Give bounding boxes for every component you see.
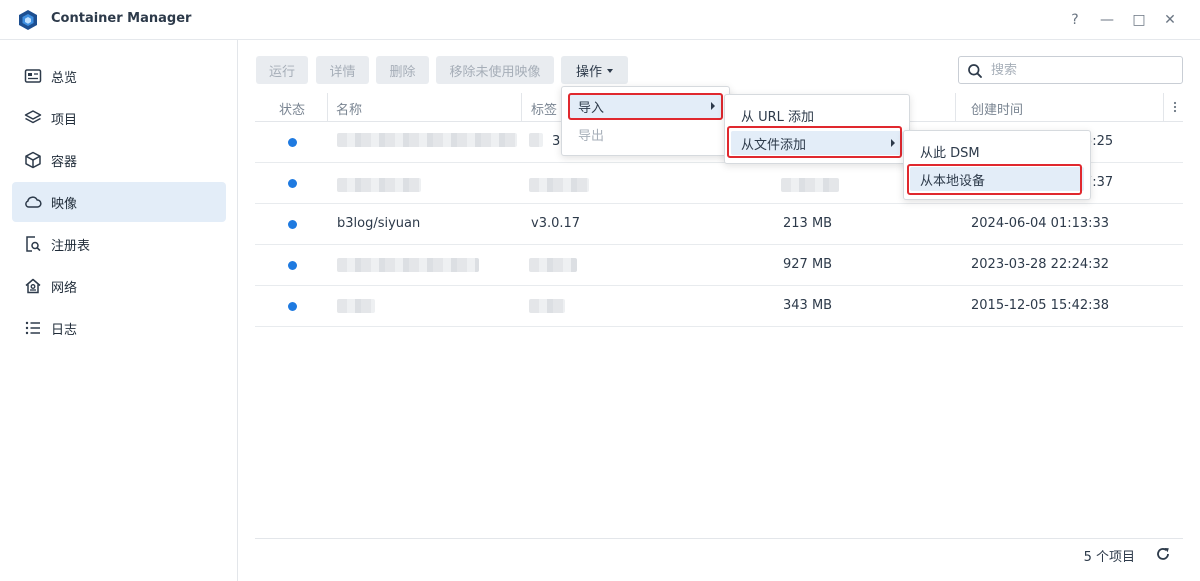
- status-running-icon: [288, 220, 297, 229]
- sidebar-item-label: 总览: [51, 71, 78, 86]
- redacted-name: [337, 178, 421, 192]
- layers-icon: [24, 110, 42, 124]
- redacted-tag: [529, 133, 543, 147]
- table-footer: 5 个项目: [255, 538, 1183, 568]
- minimize-button[interactable]: —: [1097, 10, 1117, 30]
- status-running-icon: [288, 261, 297, 270]
- image-created: 2024-06-04 01:13:33: [971, 216, 1110, 231]
- dashboard-icon: [24, 69, 42, 83]
- sidebar-item-label: 映像: [51, 197, 78, 212]
- submenu-arrow-icon: [891, 139, 895, 147]
- column-menu-icon[interactable]: [1168, 100, 1182, 114]
- sidebar-item-label: 项目: [51, 113, 78, 128]
- redacted-size: [781, 178, 839, 192]
- cube-icon: [25, 151, 41, 169]
- column-divider: [1163, 93, 1164, 122]
- table-row[interactable]: b3log/siyuan v3.0.17 213 MB 2024-06-04 0…: [255, 204, 1183, 245]
- menu-item-from-dsm[interactable]: 从此 DSM: [910, 139, 1084, 163]
- status-running-icon: [288, 138, 297, 147]
- close-button[interactable]: ✕: [1160, 10, 1180, 30]
- menu-item-label: 从 URL 添加: [741, 109, 815, 125]
- menu-item-from-local-device[interactable]: 从本地设备: [910, 167, 1084, 191]
- column-name[interactable]: 名称: [336, 99, 362, 118]
- column-divider: [955, 93, 956, 122]
- help-button[interactable]: ?: [1065, 10, 1085, 30]
- sidebar-item-projects[interactable]: 项目: [12, 98, 226, 138]
- menu-item-from-url[interactable]: 从 URL 添加: [731, 103, 903, 127]
- list-icon: [25, 321, 40, 335]
- image-size: 343 MB: [783, 298, 833, 313]
- remove-unused-images-button[interactable]: 移除未使用映像: [436, 56, 554, 84]
- image-tag: 3: [552, 134, 561, 149]
- redacted-tag: [529, 299, 565, 313]
- redacted-name: [337, 258, 479, 272]
- actions-dropdown-button[interactable]: 操作: [561, 56, 628, 84]
- cloud-icon: [25, 196, 42, 208]
- sidebar-item-label: 网络: [51, 281, 78, 296]
- sidebar-item-network[interactable]: 网络: [12, 266, 226, 306]
- actions-label: 操作: [575, 64, 602, 80]
- sidebar-item-containers[interactable]: 容器: [12, 140, 226, 180]
- image-size: 213 MB: [783, 216, 833, 231]
- column-status[interactable]: 状态: [279, 99, 305, 118]
- search-box[interactable]: [958, 56, 1183, 84]
- sidebar: 总览 项目 容器 映像 注册表 网络 日志: [0, 40, 238, 581]
- image-size: 927 MB: [783, 257, 833, 272]
- menu-item-from-file[interactable]: 从文件添加: [731, 131, 903, 155]
- app-title: Container Manager: [51, 11, 192, 26]
- title-bar: Container Manager ? — □ ✕: [0, 0, 1200, 40]
- menu-item-label: 从文件添加: [741, 137, 807, 153]
- container-manager-logo-icon: [19, 10, 37, 30]
- sidebar-item-images[interactable]: 映像: [12, 182, 226, 222]
- menu-item-label: 从此 DSM: [920, 145, 980, 161]
- sidebar-item-registry[interactable]: 注册表: [12, 224, 226, 264]
- sidebar-item-label: 容器: [51, 155, 78, 170]
- caret-down-icon: [607, 69, 613, 73]
- redacted-name: [337, 133, 517, 147]
- sidebar-item-label: 注册表: [51, 239, 91, 254]
- sidebar-item-label: 日志: [51, 323, 78, 338]
- status-running-icon: [288, 302, 297, 311]
- registry-search-icon: [26, 236, 41, 252]
- redacted-tag: [529, 258, 577, 272]
- delete-button[interactable]: 删除: [376, 56, 429, 84]
- redacted-tag: [529, 178, 589, 192]
- file-submenu: 从此 DSM 从本地设备: [903, 130, 1091, 200]
- redacted-name: [337, 299, 375, 313]
- column-tag[interactable]: 标签: [531, 99, 557, 118]
- submenu-arrow-icon: [711, 102, 715, 110]
- item-count: 5 个项目: [1083, 550, 1135, 565]
- status-running-icon: [288, 179, 297, 188]
- image-tag: v3.0.17: [531, 216, 581, 231]
- menu-item-export[interactable]: 导出: [568, 122, 723, 146]
- details-button[interactable]: 详情: [316, 56, 369, 84]
- column-created[interactable]: 创建时间: [971, 99, 1023, 118]
- menu-item-import[interactable]: 导入: [568, 94, 723, 118]
- search-icon: [968, 64, 982, 78]
- image-created: 2023-03-28 22:24:32: [971, 257, 1110, 272]
- image-created: 2015-12-05 15:42:38: [971, 298, 1110, 313]
- refresh-icon[interactable]: [1155, 546, 1171, 562]
- table-row[interactable]: 927 MB 2023-03-28 22:24:32: [255, 245, 1183, 286]
- sidebar-item-logs[interactable]: 日志: [12, 308, 226, 348]
- image-name: b3log/siyuan: [337, 216, 421, 231]
- table-row[interactable]: 343 MB 2015-12-05 15:42:38: [255, 286, 1183, 327]
- column-divider: [327, 93, 328, 122]
- run-button[interactable]: 运行: [256, 56, 308, 84]
- menu-item-label: 从本地设备: [920, 173, 986, 189]
- actions-menu: 导入 导出: [561, 86, 730, 156]
- import-submenu: 从 URL 添加 从文件添加: [724, 94, 910, 164]
- column-divider: [521, 93, 522, 122]
- menu-item-label: 导出: [578, 128, 605, 144]
- network-home-icon: [25, 278, 41, 294]
- sidebar-item-overview[interactable]: 总览: [12, 56, 226, 96]
- maximize-button[interactable]: □: [1129, 10, 1149, 30]
- search-input[interactable]: [991, 61, 1176, 79]
- menu-item-label: 导入: [578, 100, 605, 116]
